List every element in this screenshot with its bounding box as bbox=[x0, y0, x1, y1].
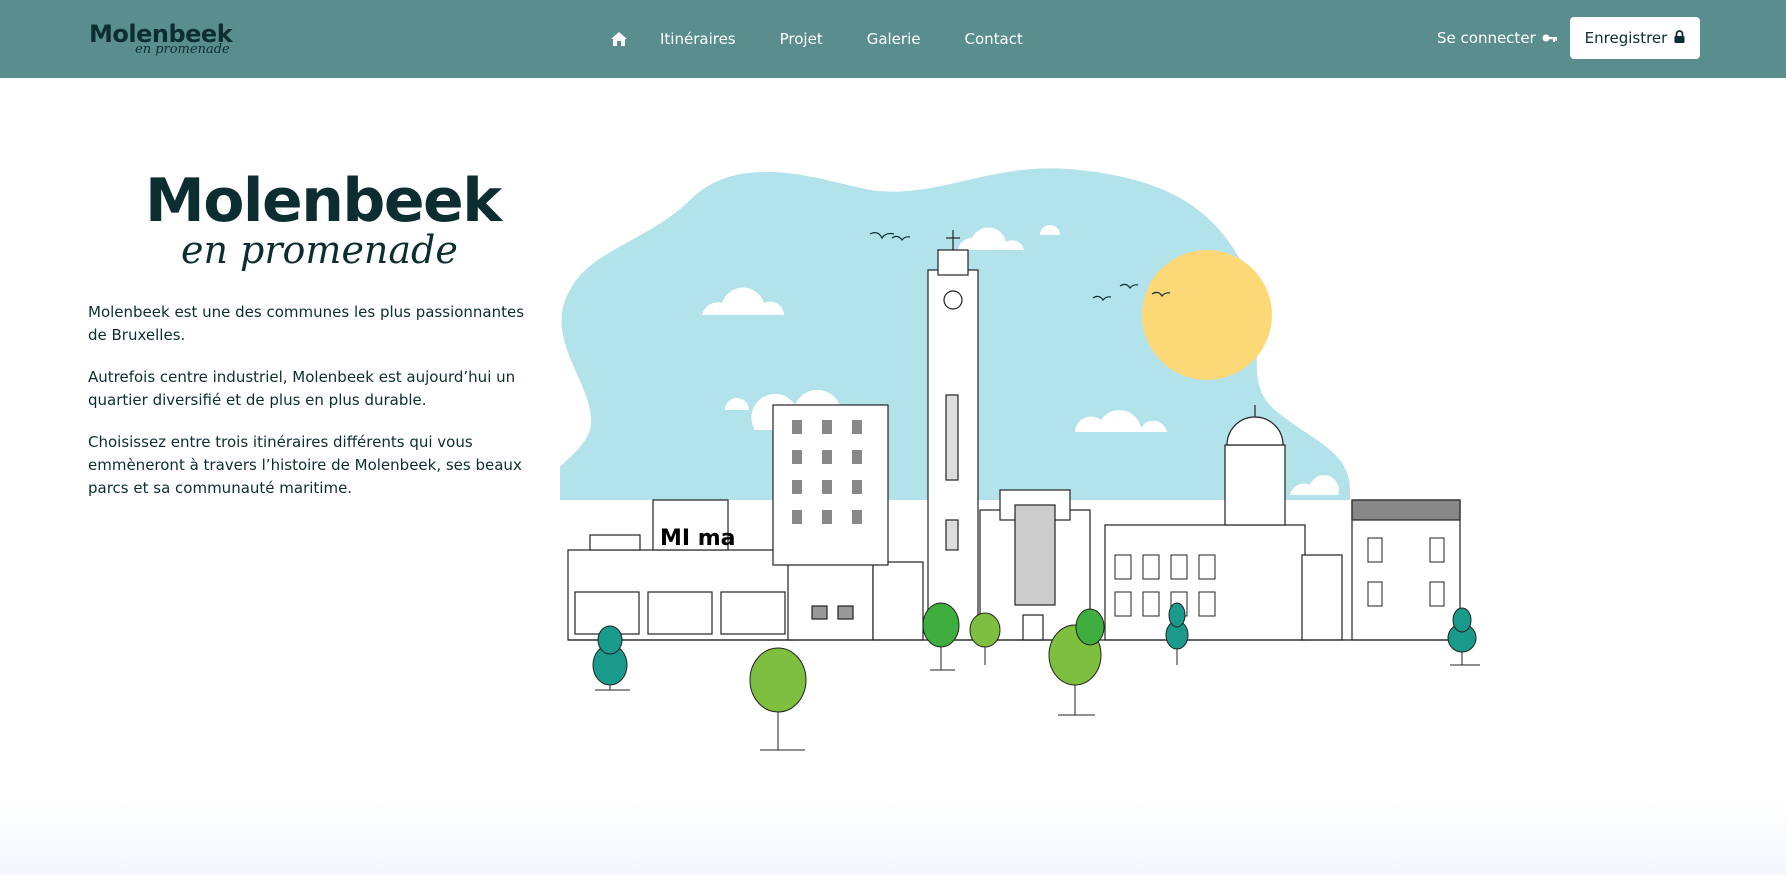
sun bbox=[1142, 250, 1272, 380]
intro-paragraph-1: Molenbeek est une des communes les plus … bbox=[88, 303, 525, 344]
register-button[interactable]: Enregistrer bbox=[1570, 17, 1700, 59]
logo-sub-text: en promenade bbox=[135, 42, 230, 57]
hero-logo: Molenbeek en promenade bbox=[145, 166, 502, 272]
molenbeek-skyline-illustration: MI ma bbox=[560, 168, 1480, 751]
key-icon bbox=[1536, 29, 1558, 47]
mima-sign: MI ma bbox=[660, 526, 736, 551]
intro-paragraph-2: Autrefois centre industriel, Molenbeek e… bbox=[88, 368, 516, 409]
lock-icon bbox=[1667, 29, 1685, 47]
nav-link-itineraires[interactable]: Itinéraires bbox=[660, 30, 736, 48]
nav-link-contact[interactable]: Contact bbox=[964, 30, 1022, 48]
register-label: Enregistrer bbox=[1584, 29, 1668, 47]
site-logo[interactable]: Molenbeek en promenade bbox=[89, 22, 233, 57]
nav-link-projet[interactable]: Projet bbox=[780, 30, 823, 48]
hero-logo-main: Molenbeek bbox=[145, 166, 502, 236]
section-bottom-fade bbox=[0, 800, 1786, 875]
home-icon[interactable] bbox=[610, 30, 628, 48]
nav-link-galerie[interactable]: Galerie bbox=[867, 30, 921, 48]
intro-paragraph-3: Choisissez entre trois itinéraires diffé… bbox=[88, 433, 522, 497]
top-navbar: Molenbeek en promenade Itinéraires Proje… bbox=[0, 0, 1786, 78]
intro-text: Molenbeek est une des communes les plus … bbox=[88, 301, 538, 519]
hero-logo-sub: en promenade bbox=[181, 228, 458, 272]
main-navigation: Itinéraires Projet Galerie Contact bbox=[610, 0, 1067, 78]
login-link[interactable]: Se connecter bbox=[1437, 29, 1558, 47]
login-label: Se connecter bbox=[1437, 29, 1536, 47]
